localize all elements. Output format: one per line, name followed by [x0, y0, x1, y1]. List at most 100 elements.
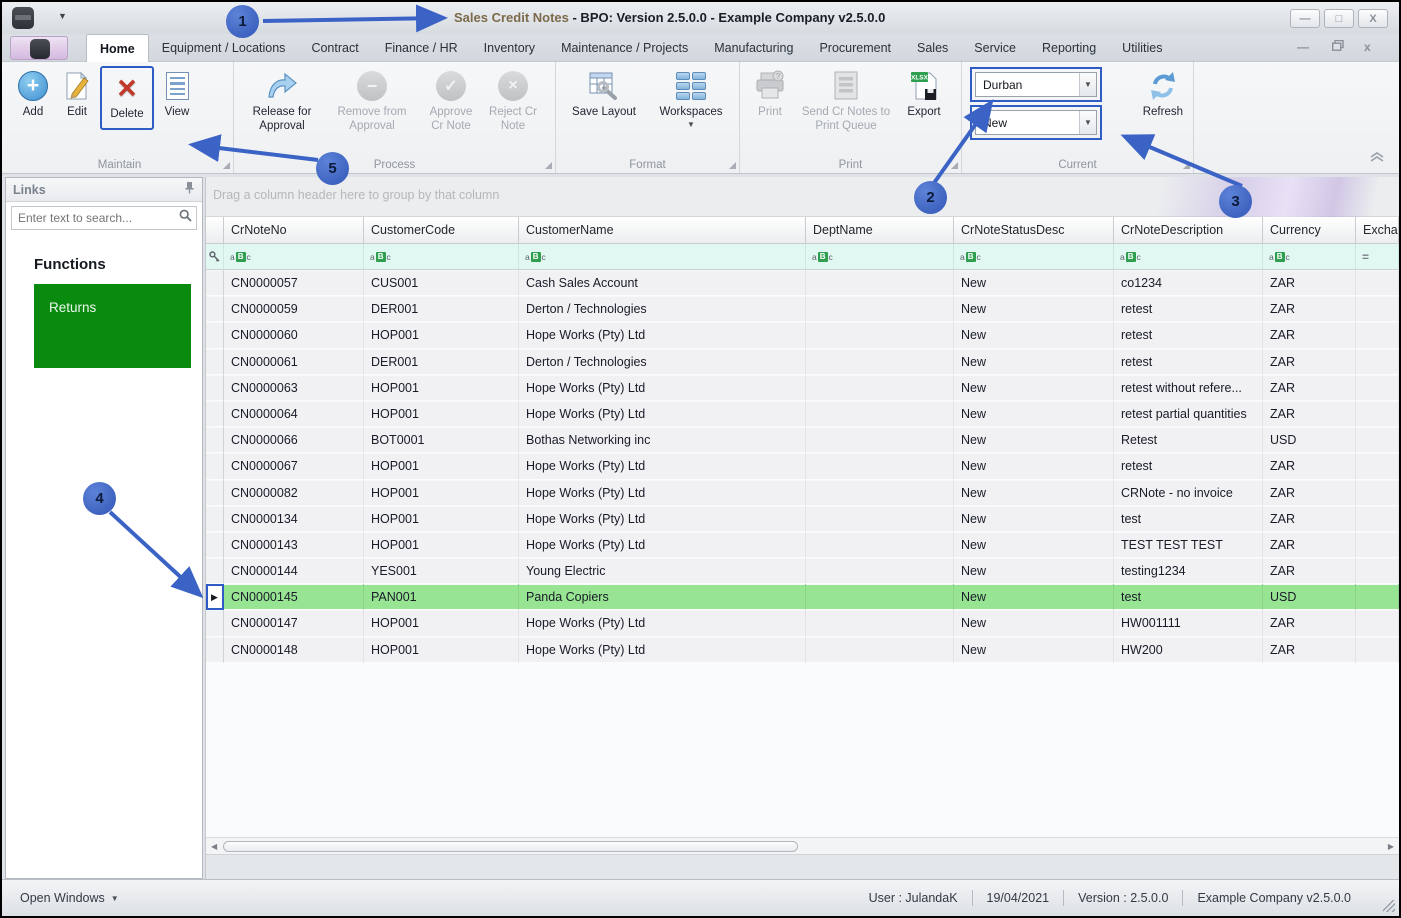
- open-windows-button[interactable]: Open Windows ▼: [20, 891, 119, 905]
- quick-access-dropdown-icon[interactable]: ▼: [58, 11, 67, 21]
- delete-button[interactable]: × Delete: [100, 66, 154, 130]
- column-header-crnotestatusdesc[interactable]: CrNoteStatusDesc: [954, 217, 1114, 244]
- mdi-close-icon[interactable]: x: [1364, 40, 1371, 54]
- mdi-restore-icon[interactable]: [1331, 39, 1344, 54]
- filter-cell-crnoteno[interactable]: aBc: [224, 244, 364, 270]
- table-row-CN0000143[interactable]: CN0000143 HOP001 Hope Works (Pty) Ltd New TE…: [206, 531, 1399, 559]
- horizontal-scrollbar[interactable]: ◀ ▶: [206, 837, 1399, 854]
- status-bar: Open Windows ▼ User : JulandaK 19/04/202…: [2, 879, 1399, 916]
- cell-crnotedescription: co1234: [1114, 270, 1263, 297]
- sidebar-item-returns[interactable]: Returns: [34, 284, 191, 368]
- reject-cr-note-button[interactable]: × Reject Cr Note: [484, 66, 542, 135]
- table-row-CN0000059[interactable]: CN0000059 DER001 Derton / Technologies New r…: [206, 296, 1399, 323]
- filter-cell-customername[interactable]: aBc: [519, 244, 806, 270]
- chevron-down-icon[interactable]: ▼: [1079, 111, 1096, 134]
- table-row-CN0000067[interactable]: CN0000067 HOP001 Hope Works (Pty) Ltd New re…: [206, 453, 1399, 480]
- cell-crnoteno: CN0000059: [224, 296, 364, 323]
- table-row-CN0000060[interactable]: CN0000060 HOP001 Hope Works (Pty) Ltd New re…: [206, 322, 1399, 349]
- print-dialog-launcher-icon[interactable]: [951, 162, 958, 169]
- table-row-CN0000148[interactable]: CN0000148 HOP001 Hope Works (Pty) Ltd New HW…: [206, 636, 1399, 663]
- search-input[interactable]: [12, 211, 173, 225]
- ribbon-group-process: Release for Approval − Remove from Appro…: [234, 62, 556, 173]
- column-header-customercode[interactable]: CustomerCode: [364, 217, 519, 244]
- column-header-crnoteno[interactable]: CrNoteNo: [224, 217, 364, 244]
- cell-crnotedescription: Retest: [1114, 427, 1263, 454]
- refresh-button[interactable]: Refresh: [1139, 66, 1187, 122]
- scroll-right-icon[interactable]: ▶: [1388, 842, 1394, 851]
- mdi-minimize-icon[interactable]: —: [1297, 40, 1309, 54]
- table-row-CN0000144[interactable]: CN0000144 YES001 Young Electric New testing1…: [206, 558, 1399, 585]
- minimize-button[interactable]: —: [1290, 9, 1320, 28]
- application-menu-button[interactable]: [10, 36, 68, 60]
- tab-utilities[interactable]: Utilities: [1109, 34, 1175, 62]
- add-button[interactable]: + Add: [12, 66, 54, 122]
- table-row-CN0000066[interactable]: CN0000066 BOT0001 Bothas Networking inc New…: [206, 427, 1399, 454]
- column-header-customername[interactable]: CustomerName: [519, 217, 806, 244]
- close-button[interactable]: X: [1358, 9, 1388, 28]
- release-for-approval-button[interactable]: Release for Approval: [240, 66, 324, 135]
- save-layout-button[interactable]: Save Layout: [562, 66, 646, 122]
- print-button[interactable]: ? Print: [746, 66, 794, 122]
- scrollbar-thumb[interactable]: [223, 841, 798, 852]
- cell-customername: Hope Works (Pty) Ltd: [519, 374, 806, 401]
- view-button[interactable]: View: [156, 66, 198, 122]
- process-dialog-launcher-icon[interactable]: [545, 162, 552, 169]
- filter-cell-crnotestatusdesc[interactable]: aBc: [954, 244, 1114, 270]
- status-dropdown[interactable]: New ▼: [975, 110, 1097, 135]
- group-by-hint: Drag a column header here to group by th…: [213, 188, 500, 202]
- export-button[interactable]: XLSX Export: [898, 66, 950, 122]
- tab-equipment-locations[interactable]: Equipment / Locations: [149, 34, 299, 62]
- cell-crnoteno: CN0000134: [224, 505, 364, 532]
- search-icon[interactable]: [173, 209, 198, 227]
- maintain-dialog-launcher-icon[interactable]: [223, 162, 230, 169]
- cell-customername: Hope Works (Pty) Ltd: [519, 400, 806, 428]
- column-header-currency[interactable]: Currency: [1263, 217, 1356, 244]
- maximize-button[interactable]: □: [1324, 9, 1354, 28]
- edit-button[interactable]: Edit: [56, 66, 98, 122]
- tab-sales[interactable]: Sales: [904, 34, 961, 62]
- tab-finance-hr[interactable]: Finance / HR: [372, 34, 471, 62]
- tab-home[interactable]: Home: [86, 34, 149, 62]
- table-row-CN0000061[interactable]: CN0000061 DER001 Derton / Technologies New r…: [206, 348, 1399, 375]
- column-header-crnotedescription[interactable]: CrNoteDescription: [1114, 217, 1263, 244]
- filter-cell-crnotedescription[interactable]: aBc: [1114, 244, 1263, 270]
- filter-cell-currency[interactable]: aBc: [1263, 244, 1356, 270]
- current-dialog-launcher-icon[interactable]: [1183, 162, 1190, 169]
- pin-icon[interactable]: [184, 181, 195, 199]
- table-row-CN0000064[interactable]: CN0000064 HOP001 Hope Works (Pty) Ltd New re…: [206, 400, 1399, 428]
- cell-crnoteno: CN0000066: [224, 427, 364, 454]
- column-header-deptname[interactable]: DeptName: [806, 217, 954, 244]
- tab-manufacturing[interactable]: Manufacturing: [701, 34, 806, 62]
- scroll-left-icon[interactable]: ◀: [211, 842, 217, 851]
- site-dropdown[interactable]: Durban ▼: [975, 72, 1097, 97]
- table-row-CN0000147[interactable]: CN0000147 HOP001 Hope Works (Pty) Ltd New HW…: [206, 610, 1399, 637]
- workspaces-button[interactable]: Workspaces ▼: [648, 66, 734, 129]
- filter-cell-customercode[interactable]: aBc: [364, 244, 519, 270]
- table-row-CN0000134[interactable]: CN0000134 HOP001 Hope Works (Pty) Ltd New te…: [206, 505, 1399, 532]
- tab-inventory[interactable]: Inventory: [471, 34, 548, 62]
- cell-customername: Panda Copiers: [519, 584, 806, 611]
- chevron-down-icon[interactable]: ▼: [1079, 73, 1096, 96]
- tab-maintenance-projects[interactable]: Maintenance / Projects: [548, 34, 701, 62]
- tab-contract[interactable]: Contract: [298, 34, 371, 62]
- send-to-print-queue-button[interactable]: Send Cr Notes to Print Queue: [796, 66, 896, 135]
- ribbon-collapse-icon[interactable]: [1369, 149, 1385, 167]
- tab-procurement[interactable]: Procurement: [806, 34, 904, 62]
- table-row-CN0000057[interactable]: CN0000057 CUS001 Cash Sales Account New co12…: [206, 270, 1399, 297]
- tab-service[interactable]: Service: [961, 34, 1029, 62]
- column-header-excha[interactable]: Excha: [1356, 217, 1399, 244]
- tab-reporting[interactable]: Reporting: [1029, 34, 1109, 62]
- filter-cell-excha[interactable]: =: [1356, 244, 1399, 270]
- cell-customercode: PAN001: [364, 584, 519, 611]
- remove-from-approval-button[interactable]: − Remove from Approval: [326, 66, 418, 135]
- format-dialog-launcher-icon[interactable]: [729, 162, 736, 169]
- cell-deptname: [806, 479, 954, 506]
- table-row-CN0000082[interactable]: CN0000082 HOP001 Hope Works (Pty) Ltd New CR…: [206, 479, 1399, 506]
- filter-cell-deptname[interactable]: aBc: [806, 244, 954, 270]
- table-row-CN0000145[interactable]: ▶ CN0000145 PAN001 Panda Copiers New test USD: [206, 584, 1399, 611]
- approve-cr-note-button[interactable]: ✓ Approve Cr Note: [420, 66, 482, 135]
- table-row-CN0000063[interactable]: CN0000063 HOP001 Hope Works (Pty) Ltd New re…: [206, 374, 1399, 401]
- resize-grip[interactable]: [1383, 900, 1395, 912]
- ribbon: + Add Edit × Delete View Maintain Releas…: [2, 62, 1399, 174]
- ribbon-spacer: [1194, 62, 1399, 173]
